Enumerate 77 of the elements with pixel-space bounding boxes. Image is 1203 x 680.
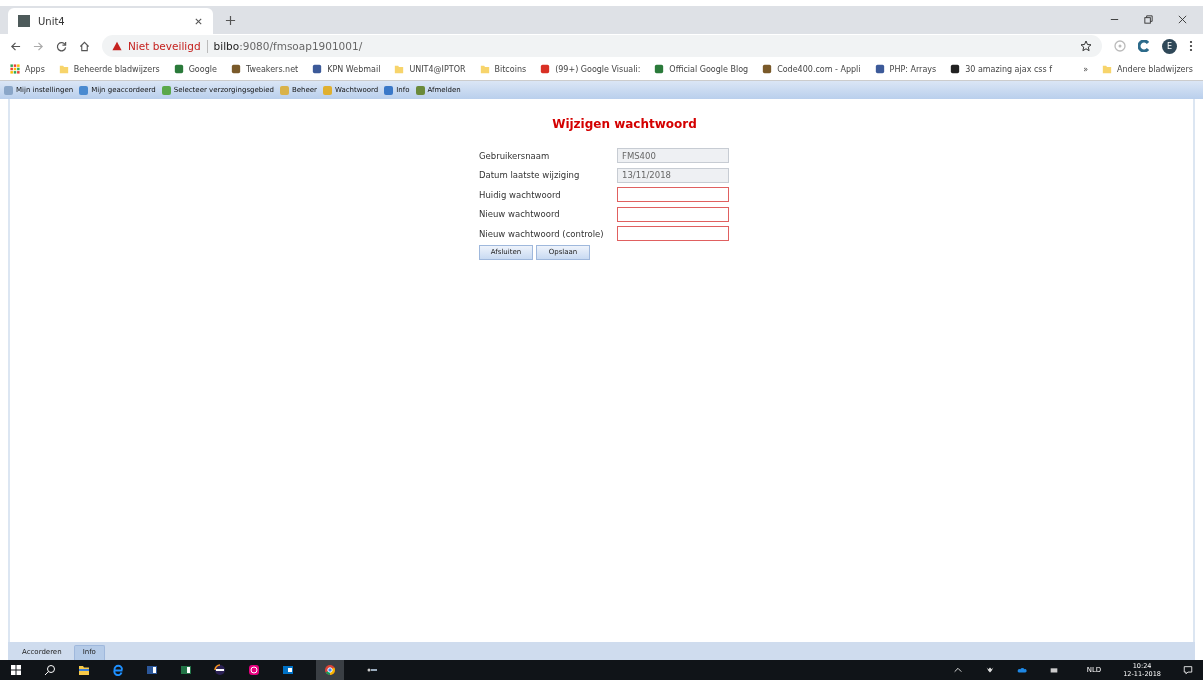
input-field[interactable] (617, 226, 729, 242)
bookmark[interactable]: Code400.com - Appli (762, 64, 861, 74)
field-label: Datum laatste wijziging (478, 170, 581, 181)
site-icon (762, 64, 773, 74)
site-icon (312, 64, 323, 74)
bookmark[interactable]: (99+) Google Visuali: (540, 64, 641, 74)
bookmark[interactable]: 30 amazing ajax css f (950, 64, 1053, 74)
site-icon (230, 64, 241, 74)
menu-item-icon (279, 85, 289, 95)
close-icon[interactable] (1177, 14, 1188, 25)
folder-icon (394, 64, 405, 74)
site-logo-icon (18, 15, 30, 27)
bookmark[interactable]: Apps (10, 64, 45, 74)
menu-item-icon (4, 85, 13, 95)
browser-e-icon[interactable] (112, 664, 124, 676)
tray-icon[interactable] (984, 665, 995, 675)
notifications-icon[interactable] (1183, 665, 1193, 675)
close-tab-icon[interactable] (194, 16, 203, 26)
network-icon[interactable] (1048, 665, 1059, 675)
site-icon (173, 64, 184, 74)
bookmark[interactable]: UNIT4@IPTOR (394, 64, 466, 74)
field-label: Nieuw wachtwoord (controle) (478, 228, 605, 239)
address-bar[interactable]: Niet beveiligd bilbo:9080/fmsoap1901001/ (102, 35, 1102, 57)
menu-item-icon (161, 85, 171, 95)
site-icon (540, 64, 551, 74)
field-label: Huidig wachtwoord (478, 189, 562, 200)
back-icon[interactable] (10, 40, 21, 52)
menu-item-icon (384, 85, 394, 95)
folder-icon (58, 64, 69, 74)
chrome-icon[interactable] (324, 664, 336, 676)
form-title: Wijzigen wachtwoord (551, 117, 698, 131)
more-bookmarks[interactable]: » (1083, 64, 1089, 74)
menu-item-icon (322, 85, 332, 95)
folder-icon (479, 64, 490, 74)
field-label: Nieuw wachtwoord (478, 209, 561, 220)
home-icon[interactable] (79, 40, 90, 52)
site-icon (950, 64, 961, 74)
menu-item-icon (79, 85, 89, 95)
bookmark[interactable]: KPN Webmail (312, 64, 381, 74)
windows-start-icon[interactable] (10, 664, 22, 676)
restore-icon[interactable] (1143, 14, 1154, 25)
new-tab-icon[interactable] (225, 15, 236, 26)
input-field[interactable]: 13/11/2018 (617, 167, 729, 183)
site-icon (654, 64, 665, 74)
cloud-icon[interactable] (1016, 665, 1027, 675)
folder-icon (1102, 64, 1113, 74)
star-icon[interactable] (1080, 40, 1092, 52)
search-icon[interactable] (44, 664, 56, 676)
reload-icon[interactable] (56, 40, 67, 52)
bookmark[interactable]: PHP: Arrays (874, 64, 937, 74)
word-icon[interactable] (146, 664, 158, 676)
bookmark[interactable]: Official Google Blog (654, 64, 749, 74)
security-warning: Niet beveiligd (128, 40, 201, 52)
other-bookmarks[interactable]: Andere bladwijzers (1102, 64, 1193, 74)
field-label: Gebruikersnaam (478, 150, 551, 161)
folder-icon[interactable] (78, 664, 90, 676)
menu-item-icon (415, 85, 425, 95)
browser-tab[interactable]: Unit4 (8, 8, 213, 34)
extension-icon[interactable] (1138, 40, 1150, 52)
excel-icon[interactable] (180, 664, 192, 676)
site-icon (874, 64, 885, 74)
menu-icon[interactable] (1189, 40, 1193, 52)
outlook-icon[interactable] (282, 664, 294, 676)
bookmark[interactable]: Google (173, 64, 217, 74)
input-field[interactable] (617, 206, 729, 222)
url-text: bilbo:9080/fmsoap1901001/ (213, 40, 363, 52)
bookmark[interactable]: Beheerde bladwijzers (58, 64, 160, 74)
profile-avatar[interactable]: E (1162, 38, 1177, 54)
bookmark[interactable]: Tweakers.net (230, 64, 299, 74)
eclipse-icon[interactable] (214, 664, 226, 676)
bookmark[interactable]: Bitcoins (479, 64, 527, 74)
input-field[interactable] (617, 187, 729, 203)
warning-icon (112, 41, 122, 51)
chevron-up-icon[interactable] (952, 665, 963, 675)
app-icon[interactable] (248, 664, 260, 676)
grid-icon (10, 64, 20, 74)
input-field[interactable]: FMS400 (617, 148, 729, 164)
